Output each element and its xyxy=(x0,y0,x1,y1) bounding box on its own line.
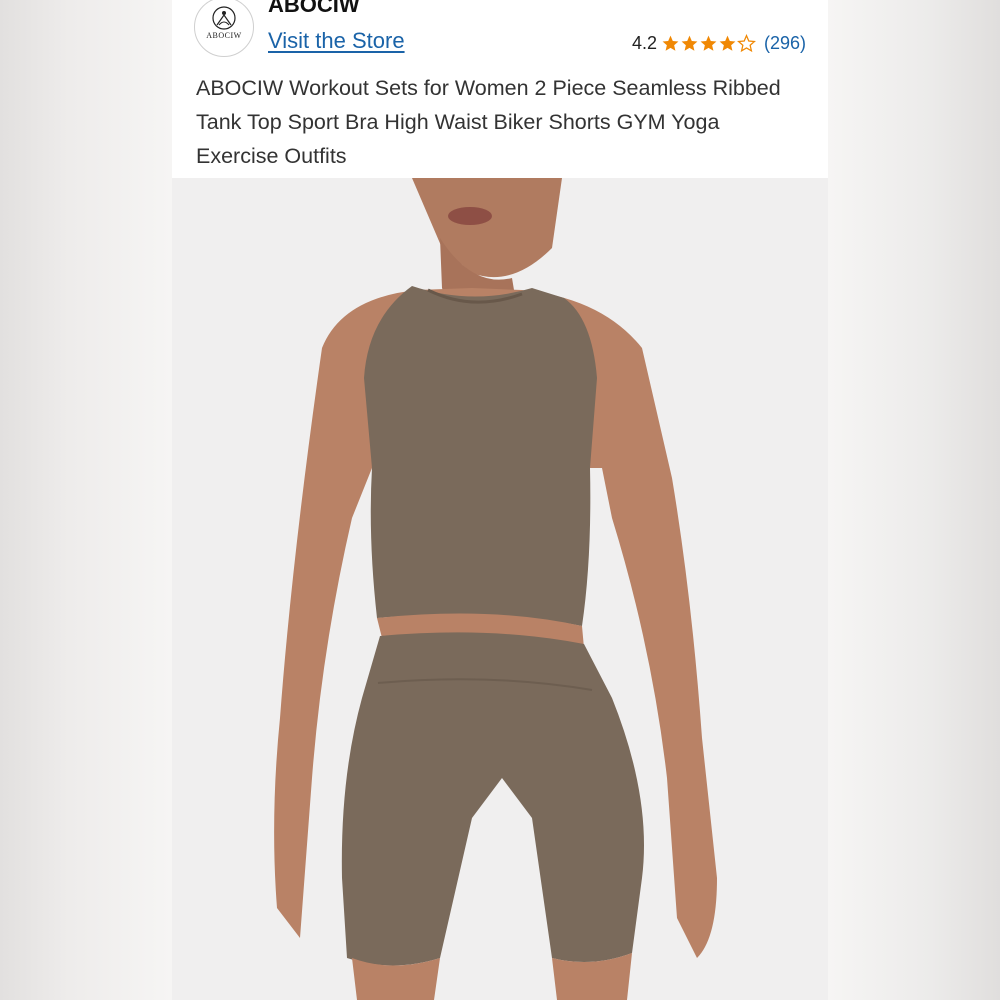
star-full-icon xyxy=(719,35,736,51)
rating-summary[interactable]: 4.2 (296) xyxy=(632,33,806,54)
review-count-link[interactable]: (296) xyxy=(764,33,806,54)
star-rating[interactable] xyxy=(661,34,756,53)
brand-name[interactable]: ABOCIW xyxy=(268,0,360,18)
brand-logo[interactable]: ABOCIW xyxy=(194,0,254,57)
star-full-icon xyxy=(700,35,717,51)
brand-logo-icon xyxy=(212,6,236,30)
product-title[interactable]: ABOCIW Workout Sets for Women 2 Piece Se… xyxy=(196,71,806,173)
logo-wordmark: ABOCIW xyxy=(206,31,242,40)
rating-value: 4.2 xyxy=(631,33,657,53)
star-full-icon xyxy=(662,35,679,51)
product-image[interactable] xyxy=(172,178,828,1000)
visit-store-link[interactable]: Visit the Store xyxy=(268,28,405,54)
listing-header: ABOCIW ABOCIW Visit the Store 4.2 (296) … xyxy=(172,0,828,178)
product-listing-card: ABOCIW ABOCIW Visit the Store 4.2 (296) … xyxy=(172,0,828,1000)
star-empty-icon xyxy=(737,34,756,53)
left-blurred-margin xyxy=(0,0,172,1000)
right-blurred-margin xyxy=(828,0,1000,1000)
star-full-icon xyxy=(681,35,698,51)
model-photo-illustration xyxy=(172,178,828,1000)
